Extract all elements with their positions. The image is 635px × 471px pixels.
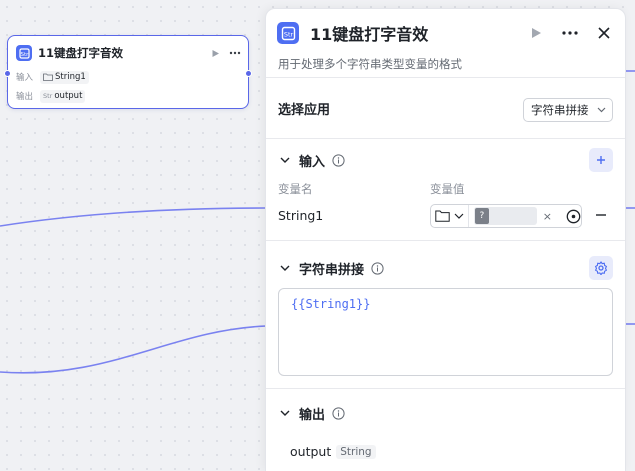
node-config-panel: Str 11键盘打字音效 用于处理多个字符串类型变量的格式 选择应用 字符串拼接 — [265, 8, 626, 471]
concat-section-title: 字符串拼接 — [299, 262, 365, 278]
clear-icon[interactable]: × — [543, 210, 552, 223]
node-output-value: output — [54, 91, 83, 101]
section-divider — [266, 138, 625, 139]
add-variable-button[interactable] — [589, 148, 613, 172]
variable-reference-chip[interactable]: ? — [473, 207, 537, 225]
info-icon[interactable] — [370, 261, 384, 275]
edge-upper — [0, 207, 267, 227]
node-output-port[interactable] — [245, 70, 252, 77]
string-node-icon: Str — [277, 22, 299, 44]
node-header: Str 11键盘打字音效 — [16, 44, 242, 62]
chevron-down-icon[interactable] — [278, 261, 292, 275]
node-input-label: 输入 — [16, 73, 34, 83]
concat-settings-button[interactable] — [589, 256, 613, 280]
output-variable-row: output String — [290, 444, 376, 459]
info-icon[interactable] — [331, 406, 345, 420]
panel-description: 用于处理多个字符串类型变量的格式 — [278, 57, 462, 71]
string-node-icon: Str — [16, 45, 32, 61]
panel-header: Str 11键盘打字音效 — [277, 21, 615, 45]
run-icon[interactable] — [208, 46, 222, 60]
close-icon[interactable] — [593, 22, 615, 44]
gear-icon — [594, 261, 608, 275]
node-output-row: 输出 Str output — [16, 89, 86, 103]
output-variable-name: output — [290, 444, 332, 459]
variable-name: String1 — [278, 208, 324, 223]
workflow-node[interactable]: Str 11键盘打字音效 输入 String1 输出 Str output — [4, 35, 252, 109]
edge-lower — [0, 325, 267, 374]
info-icon[interactable] — [331, 153, 345, 167]
chevron-down-icon — [597, 107, 606, 113]
chevron-down-icon[interactable] — [278, 406, 292, 420]
svg-text:Str: Str — [283, 30, 293, 38]
node-input-chip: String1 — [40, 70, 89, 84]
header-divider — [266, 77, 625, 78]
output-variable-type: String — [336, 444, 376, 459]
column-header-name: 变量名 — [278, 182, 313, 196]
variable-value-field[interactable]: ? × — [430, 204, 582, 228]
app-select-value: 字符串拼接 — [531, 103, 589, 117]
app-select[interactable]: 字符串拼接 — [523, 98, 613, 122]
chevron-down-icon[interactable] — [278, 153, 292, 167]
panel-title: 11键盘打字音效 — [310, 25, 429, 44]
select-app-label: 选择应用 — [278, 102, 331, 118]
chevron-down-icon — [454, 213, 464, 219]
output-section-title: 输出 — [299, 407, 326, 423]
target-icon[interactable] — [566, 208, 581, 224]
workflow-canvas[interactable]: Str 11键盘打字音效 输入 String1 输出 Str output St… — [0, 0, 635, 471]
section-divider — [266, 240, 625, 241]
node-input-value: String1 — [55, 72, 86, 82]
node-output-chip: Str output — [40, 89, 86, 103]
node-output-type-tag: Str — [43, 92, 53, 100]
concat-section-header: 字符串拼接 — [278, 257, 613, 279]
remove-variable-button[interactable] — [593, 207, 609, 223]
svg-text:Str: Str — [20, 52, 29, 58]
more-icon[interactable] — [228, 46, 242, 60]
minus-icon — [596, 214, 606, 216]
folder-icon — [435, 210, 450, 222]
output-section-header: 输出 — [278, 402, 613, 424]
concat-template-editor[interactable]: {{String1}} — [278, 288, 613, 376]
input-section-title: 输入 — [299, 154, 326, 170]
value-type-picker[interactable] — [431, 205, 469, 227]
unknown-reference-icon: ? — [474, 208, 489, 224]
node-input-port[interactable] — [4, 70, 11, 77]
node-input-row: 输入 String1 — [16, 70, 89, 84]
section-divider — [266, 388, 625, 389]
run-icon[interactable] — [525, 22, 547, 44]
node-output-label: 输出 — [16, 92, 34, 102]
plus-icon — [597, 156, 605, 164]
more-icon[interactable] — [559, 22, 581, 44]
folder-icon — [43, 73, 53, 81]
column-header-value: 变量值 — [430, 182, 465, 196]
input-section-header: 输入 — [278, 149, 613, 171]
node-title: 11键盘打字音效 — [38, 46, 124, 60]
